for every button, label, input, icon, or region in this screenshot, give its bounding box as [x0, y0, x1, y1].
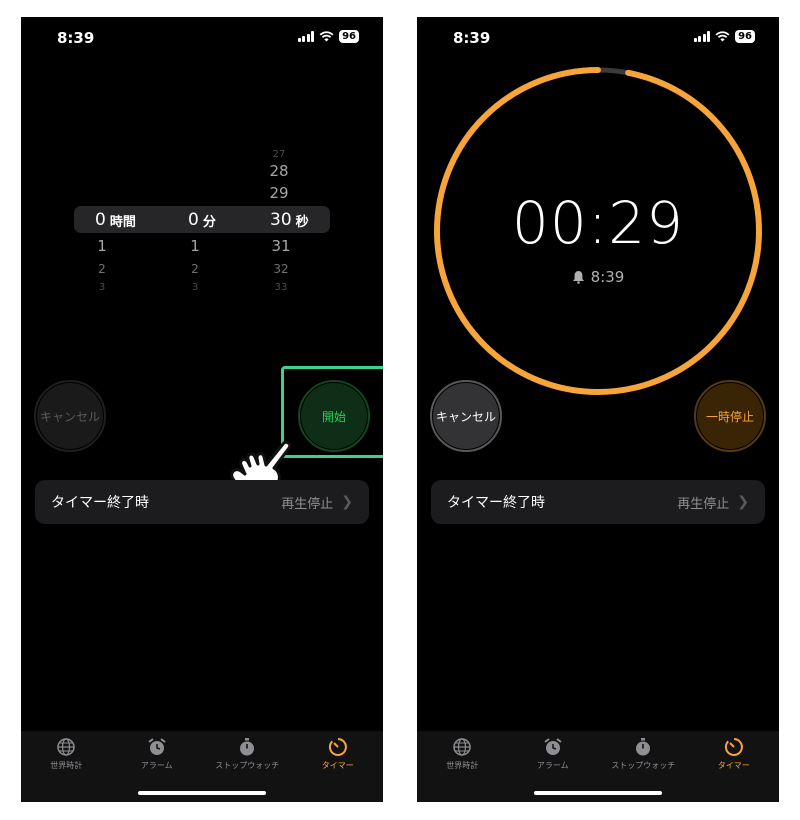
seconds-option[interactable]: 29: [259, 185, 299, 201]
tab-label: 世界時計: [50, 761, 83, 770]
end-time-group: 8:39: [417, 268, 779, 286]
chevron-right-icon: ❯: [341, 494, 353, 510]
remaining-time: 00:29: [511, 189, 685, 257]
setting-value: 再生停止: [677, 496, 730, 512]
stopwatch-icon: [240, 738, 255, 756]
battery-indicator: 96: [339, 30, 359, 43]
tap-highlight-box: [281, 366, 383, 458]
seconds-option[interactable]: 33: [261, 280, 301, 296]
seconds-option[interactable]: 28: [259, 163, 299, 179]
seconds-selected: 30: [270, 210, 292, 230]
timer-running-screen: 8:39 96 00:29 8:39 キャンセル 一時停止 タイマー終了時 再生…: [417, 17, 779, 802]
tab-label: 世界時計: [446, 761, 479, 770]
cancel-button[interactable]: キャンセル: [34, 380, 106, 452]
cellular-signal-icon: [297, 31, 315, 42]
minutes-picker[interactable]: 0 分: [188, 208, 216, 232]
status-icons: 96: [693, 30, 755, 43]
tab-world-clock[interactable]: 世界時計: [26, 737, 106, 802]
pause-button[interactable]: 一時停止: [694, 380, 766, 452]
hours-option[interactable]: 1: [82, 238, 122, 254]
alarm-clock-icon: [544, 738, 562, 755]
tab-timer[interactable]: タイマー: [298, 737, 378, 802]
minutes-option[interactable]: 2: [175, 261, 215, 277]
home-indicator: [138, 791, 266, 795]
wifi-icon: [715, 31, 730, 42]
timer-end-setting-row[interactable]: タイマー終了時 再生停止 ❯: [35, 480, 369, 524]
battery-indicator: 96: [735, 30, 755, 43]
setting-value-group: 再生停止 ❯: [281, 493, 353, 512]
status-time: 8:39: [453, 29, 491, 47]
setting-value: 再生停止: [281, 496, 334, 512]
timer-setup-screen: 8:39 96 27 28 29 0 時間 0 分 30 秒 1 2 3 1 2…: [21, 17, 383, 802]
minutes-option[interactable]: 3: [175, 280, 215, 296]
hours-selected: 0: [95, 210, 106, 230]
seconds-option[interactable]: 32: [261, 261, 301, 277]
tab-timer[interactable]: タイマー: [694, 737, 774, 802]
tab-label: ストップウォッチ: [611, 761, 676, 770]
minutes-option[interactable]: 1: [175, 238, 215, 254]
minutes-unit: 分: [202, 214, 216, 230]
cellular-signal-icon: [693, 31, 711, 42]
globe-icon: [453, 738, 471, 756]
setting-label: タイマー終了時: [447, 495, 545, 511]
wifi-icon: [319, 31, 334, 42]
hours-picker[interactable]: 0 時間: [95, 208, 136, 232]
status-icons: 96: [297, 30, 359, 43]
hours-unit: 時間: [109, 214, 136, 230]
seconds-option[interactable]: 31: [261, 238, 301, 254]
setting-label: タイマー終了時: [51, 495, 149, 511]
tab-label: ストップウォッチ: [215, 761, 280, 770]
end-time: 8:39: [590, 268, 625, 286]
timer-icon: [328, 738, 347, 756]
cancel-button[interactable]: キャンセル: [430, 380, 502, 452]
tab-label: アラーム: [536, 761, 569, 770]
alarm-clock-icon: [148, 738, 166, 755]
hours-option[interactable]: 2: [82, 261, 122, 277]
home-indicator: [534, 791, 662, 795]
timer-end-setting-row[interactable]: タイマー終了時 再生停止 ❯: [431, 480, 765, 524]
stopwatch-icon: [636, 738, 651, 756]
bell-icon: [572, 271, 584, 284]
tab-world-clock[interactable]: 世界時計: [422, 737, 502, 802]
seconds-unit: 秒: [295, 214, 309, 230]
hours-option[interactable]: 3: [82, 280, 122, 296]
status-time: 8:39: [57, 29, 95, 47]
timer-icon: [724, 738, 743, 756]
tab-label: タイマー: [717, 761, 750, 770]
setting-value-group: 再生停止 ❯: [677, 493, 749, 512]
tab-label: アラーム: [140, 761, 173, 770]
chevron-right-icon: ❯: [737, 494, 749, 510]
seconds-option[interactable]: 27: [259, 147, 299, 163]
minutes-selected: 0: [188, 210, 199, 230]
globe-icon: [57, 738, 75, 756]
tab-label: タイマー: [321, 761, 354, 770]
seconds-picker[interactable]: 30 秒: [270, 208, 309, 232]
